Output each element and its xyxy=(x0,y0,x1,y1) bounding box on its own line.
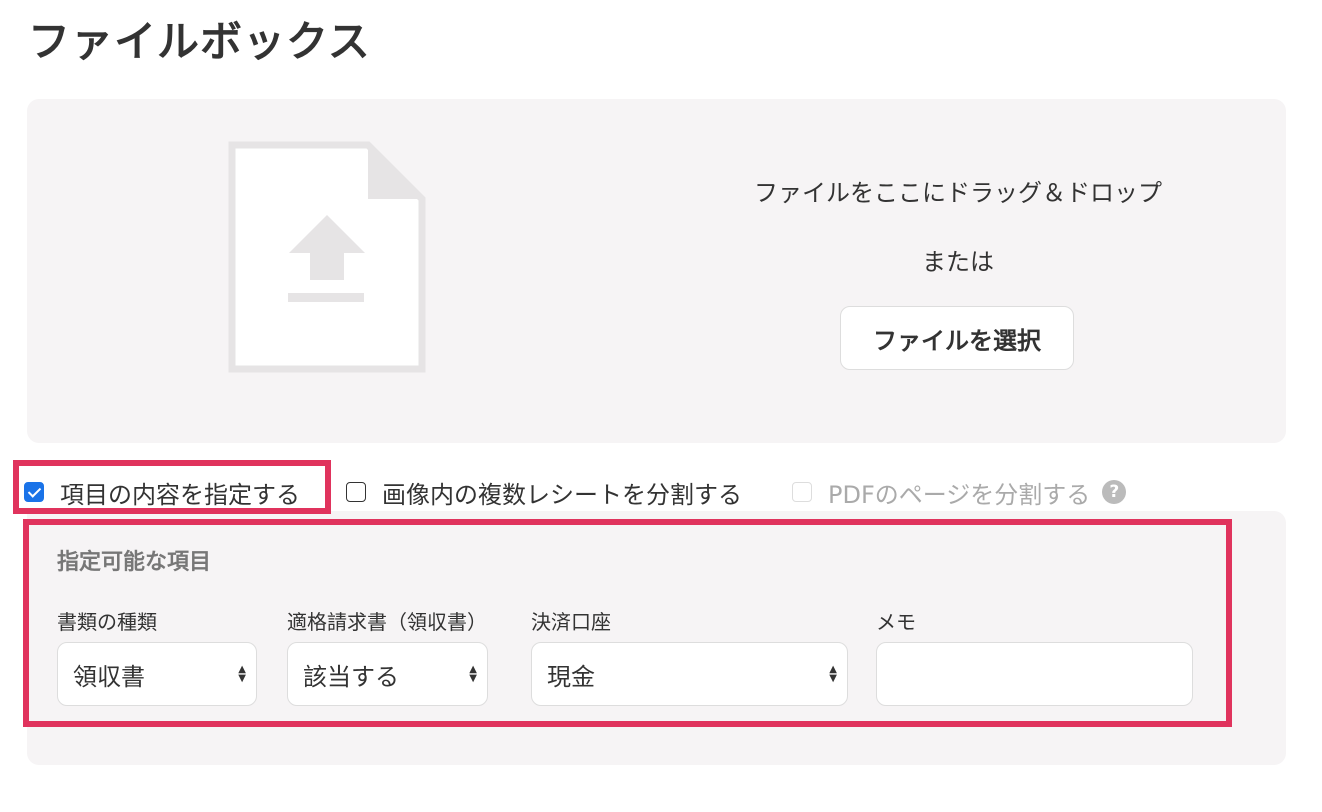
file-upload-icon xyxy=(228,141,426,373)
select-file-button[interactable]: ファイルを選択 xyxy=(840,306,1074,370)
select-arrows-icon: ▲ ▼ xyxy=(829,664,837,684)
options-panel xyxy=(27,511,1286,765)
document-type-label: 書類の種類 xyxy=(57,610,157,634)
help-icon[interactable]: ? xyxy=(1102,480,1127,504)
qualified-invoice-select[interactable]: 該当する ▲ ▼ xyxy=(287,642,488,706)
memo-label: メモ xyxy=(876,610,916,634)
memo-field[interactable] xyxy=(876,642,1193,706)
select-arrows-icon: ▲ ▼ xyxy=(238,664,246,684)
split-pdf-checkbox xyxy=(792,482,812,502)
payment-account-value: 現金 xyxy=(547,662,595,691)
payment-account-select[interactable]: 現金 ▲ ▼ xyxy=(531,642,848,706)
specify-items-label: 項目の内容を指定する xyxy=(60,480,300,509)
memo-input[interactable] xyxy=(892,660,1192,688)
qualified-invoice-value: 該当する xyxy=(303,662,399,691)
specify-items-checkbox[interactable] xyxy=(24,482,44,502)
split-receipts-label: 画像内の複数レシートを分割する xyxy=(382,480,742,509)
or-text: または xyxy=(922,248,994,276)
split-receipts-option[interactable]: 画像内の複数レシートを分割する xyxy=(346,472,742,512)
payment-account-label: 決済口座 xyxy=(531,610,611,634)
qualified-invoice-label: 適格請求書（領収書） xyxy=(287,610,487,634)
split-receipts-checkbox[interactable] xyxy=(346,482,366,502)
section-title: 指定可能な項目 xyxy=(57,550,212,575)
file-dropzone[interactable]: ファイルをここにドラッグ＆ドロップ または ファイルを選択 xyxy=(27,99,1286,443)
page-title: ファイルボックス xyxy=(28,17,371,66)
drop-instruction: ファイルをここにドラッグ＆ドロップ xyxy=(754,179,1162,207)
document-type-select[interactable]: 領収書 ▲ ▼ xyxy=(57,642,257,706)
document-type-value: 領収書 xyxy=(73,662,145,691)
split-pdf-option: PDFのページを分割する ? xyxy=(792,472,1127,512)
select-arrows-icon: ▲ ▼ xyxy=(469,664,477,684)
split-pdf-label: PDFのページを分割する xyxy=(828,480,1091,509)
specify-items-option[interactable]: 項目の内容を指定する xyxy=(24,472,300,512)
